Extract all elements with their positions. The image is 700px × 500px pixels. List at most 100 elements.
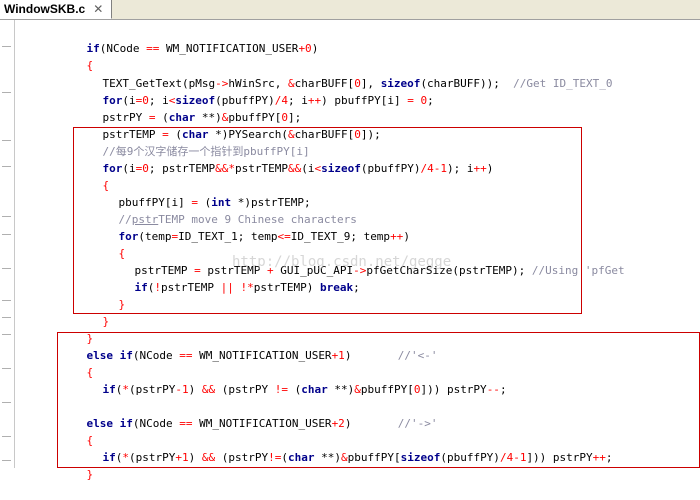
code-token: if <box>119 349 133 362</box>
code-token: ) <box>311 42 319 55</box>
code-token: ); i <box>446 162 474 175</box>
code-token: -- <box>486 383 500 396</box>
code-token: +1 <box>175 451 189 464</box>
code-token: & <box>340 451 348 464</box>
code-token: ]); <box>360 128 381 141</box>
close-icon[interactable]: ✕ <box>93 2 103 16</box>
code-line-2: { <box>60 40 94 72</box>
code-token: 1 <box>440 162 447 175</box>
code-line-10: pbuffPY[i] = (int *)pstrTEMP; <box>92 177 311 209</box>
code-token: ++ <box>390 230 404 243</box>
code-token: 0 <box>142 162 149 175</box>
code-token: WM_NOTIFICATION_USER <box>159 42 299 55</box>
code-token: ])) pstrPY <box>526 451 593 464</box>
code-line-19: else if(NCode == WM_NOTIFICATION_USER+1)… <box>60 330 438 362</box>
code-line-4: for(i=0; i<sizeof(pbuffPY)/4; i++) pbuff… <box>76 75 434 107</box>
code-token: ; <box>353 281 360 294</box>
code-token: sizeof <box>321 162 361 175</box>
code-token: (i <box>122 162 136 175</box>
code-token: 4 <box>427 162 434 175</box>
code-line-14: pstrTEMP = pstrTEMP + GUI_pUC_API->pfGet… <box>108 245 625 277</box>
code-line-8: for(i=0; pstrTEMP&&*pstrTEMP&&(i<sizeof(… <box>76 143 494 175</box>
code-token: ; <box>427 94 434 107</box>
code-token: == <box>179 349 193 362</box>
code-token: **) <box>314 451 341 464</box>
code-token: <= <box>277 230 291 243</box>
code-line-11: //pstrTEMP move 9 Chinese characters <box>92 194 357 226</box>
code-token: * <box>122 383 129 396</box>
code-line-17: } <box>76 296 110 328</box>
code-token: ( <box>287 383 302 396</box>
code-line-23: { <box>60 415 94 447</box>
code-token: sizeof <box>400 451 441 464</box>
code-token: != <box>274 383 288 396</box>
code-comment: //Get ID_TEXT_0 <box>513 77 613 90</box>
code-token: ID_TEXT_9; temp <box>290 230 391 243</box>
code-token: ) <box>486 162 494 175</box>
code-token: = <box>407 94 414 107</box>
code-token: == <box>146 42 160 55</box>
code-token: && <box>201 451 216 464</box>
code-token: break <box>319 281 354 294</box>
code-token: ) <box>188 383 202 396</box>
code-token: ) <box>403 230 410 243</box>
code-token: / <box>499 451 507 464</box>
code-token: (pstrPY <box>129 451 176 464</box>
code-token: ; <box>605 451 613 464</box>
code-line-6: pstrTEMP = (char *)PYSearch(&charBUFF[0]… <box>76 109 381 141</box>
code-editor[interactable]: if(NCode == WM_NOTIFICATION_USER+0) { TE… <box>0 20 700 481</box>
code-token: ) <box>188 451 202 464</box>
code-token: ; pstrTEMP <box>148 162 216 175</box>
code-line-25: } <box>60 449 94 481</box>
code-token: (charBUFF)); <box>420 77 514 90</box>
code-token: - <box>513 451 520 464</box>
code-token: } <box>118 298 126 311</box>
code-line-1: if(NCode == WM_NOTIFICATION_USER+0) <box>60 23 319 55</box>
code-line-16: } <box>92 279 126 311</box>
code-line-18: } <box>60 313 94 345</box>
code-token: ++ <box>473 162 487 175</box>
code-token: (pbuffPY) <box>440 451 500 464</box>
code-token: 0 <box>354 128 361 141</box>
code-token: if <box>102 451 116 464</box>
code-token: +2 <box>331 417 345 430</box>
code-line-5: pstrPY = (char **)&pbuffPY[0]; <box>76 92 302 124</box>
code-token: * <box>247 281 254 294</box>
code-token: (temp <box>138 230 172 243</box>
tab-bar: WindowSKB.c ✕ <box>0 0 700 20</box>
code-token: ID_TEXT_1; temp <box>178 230 278 243</box>
code-comment: //Using 'pfGet <box>531 264 625 277</box>
code-token: if <box>134 281 148 294</box>
code-token: (pstrPY <box>215 451 269 464</box>
code-token: (pstrPY <box>215 383 275 396</box>
code-token: && <box>287 162 302 175</box>
code-line-9: { <box>76 160 110 192</box>
code-token: -1 <box>175 383 189 396</box>
code-token: (NCode <box>132 417 180 430</box>
code-token: ) <box>344 349 398 362</box>
tab-windowskb[interactable]: WindowSKB.c ✕ <box>0 0 113 19</box>
code-token: (pbuffPY) <box>360 162 421 175</box>
code-token: **) <box>327 383 355 396</box>
code-token: ! <box>154 281 161 294</box>
code-token: if <box>119 417 133 430</box>
code-token: ++ <box>307 94 322 107</box>
code-line-24: if(*(pstrPY+1) && (pstrPY!=(char **)&pbu… <box>76 432 613 464</box>
code-token: char <box>287 451 315 464</box>
code-token: (pstrPY <box>129 383 176 396</box>
tab-title: WindowSKB.c <box>4 2 86 16</box>
code-token: * <box>122 451 129 464</box>
code-line-12: for(temp=ID_TEXT_1; temp<=ID_TEXT_9; tem… <box>92 211 410 243</box>
code-token: } <box>102 315 110 328</box>
code-token: != <box>268 451 282 464</box>
code-token: char <box>301 383 328 396</box>
code-token: * <box>228 162 235 175</box>
code-token: pfGetCharSize(pstrTEMP); <box>366 264 532 277</box>
code-token: pstrTEMP) <box>253 281 320 294</box>
code-line-13: { <box>92 228 126 260</box>
code-line-15: if(!pstrTEMP || !*pstrTEMP) break; <box>108 262 360 294</box>
code-token: ++ <box>592 451 606 464</box>
code-token: ])) pstrPY <box>420 383 487 396</box>
code-line-3: TEXT_GetText(pMsg->hWinSrc, &charBUFF[0]… <box>76 58 613 90</box>
